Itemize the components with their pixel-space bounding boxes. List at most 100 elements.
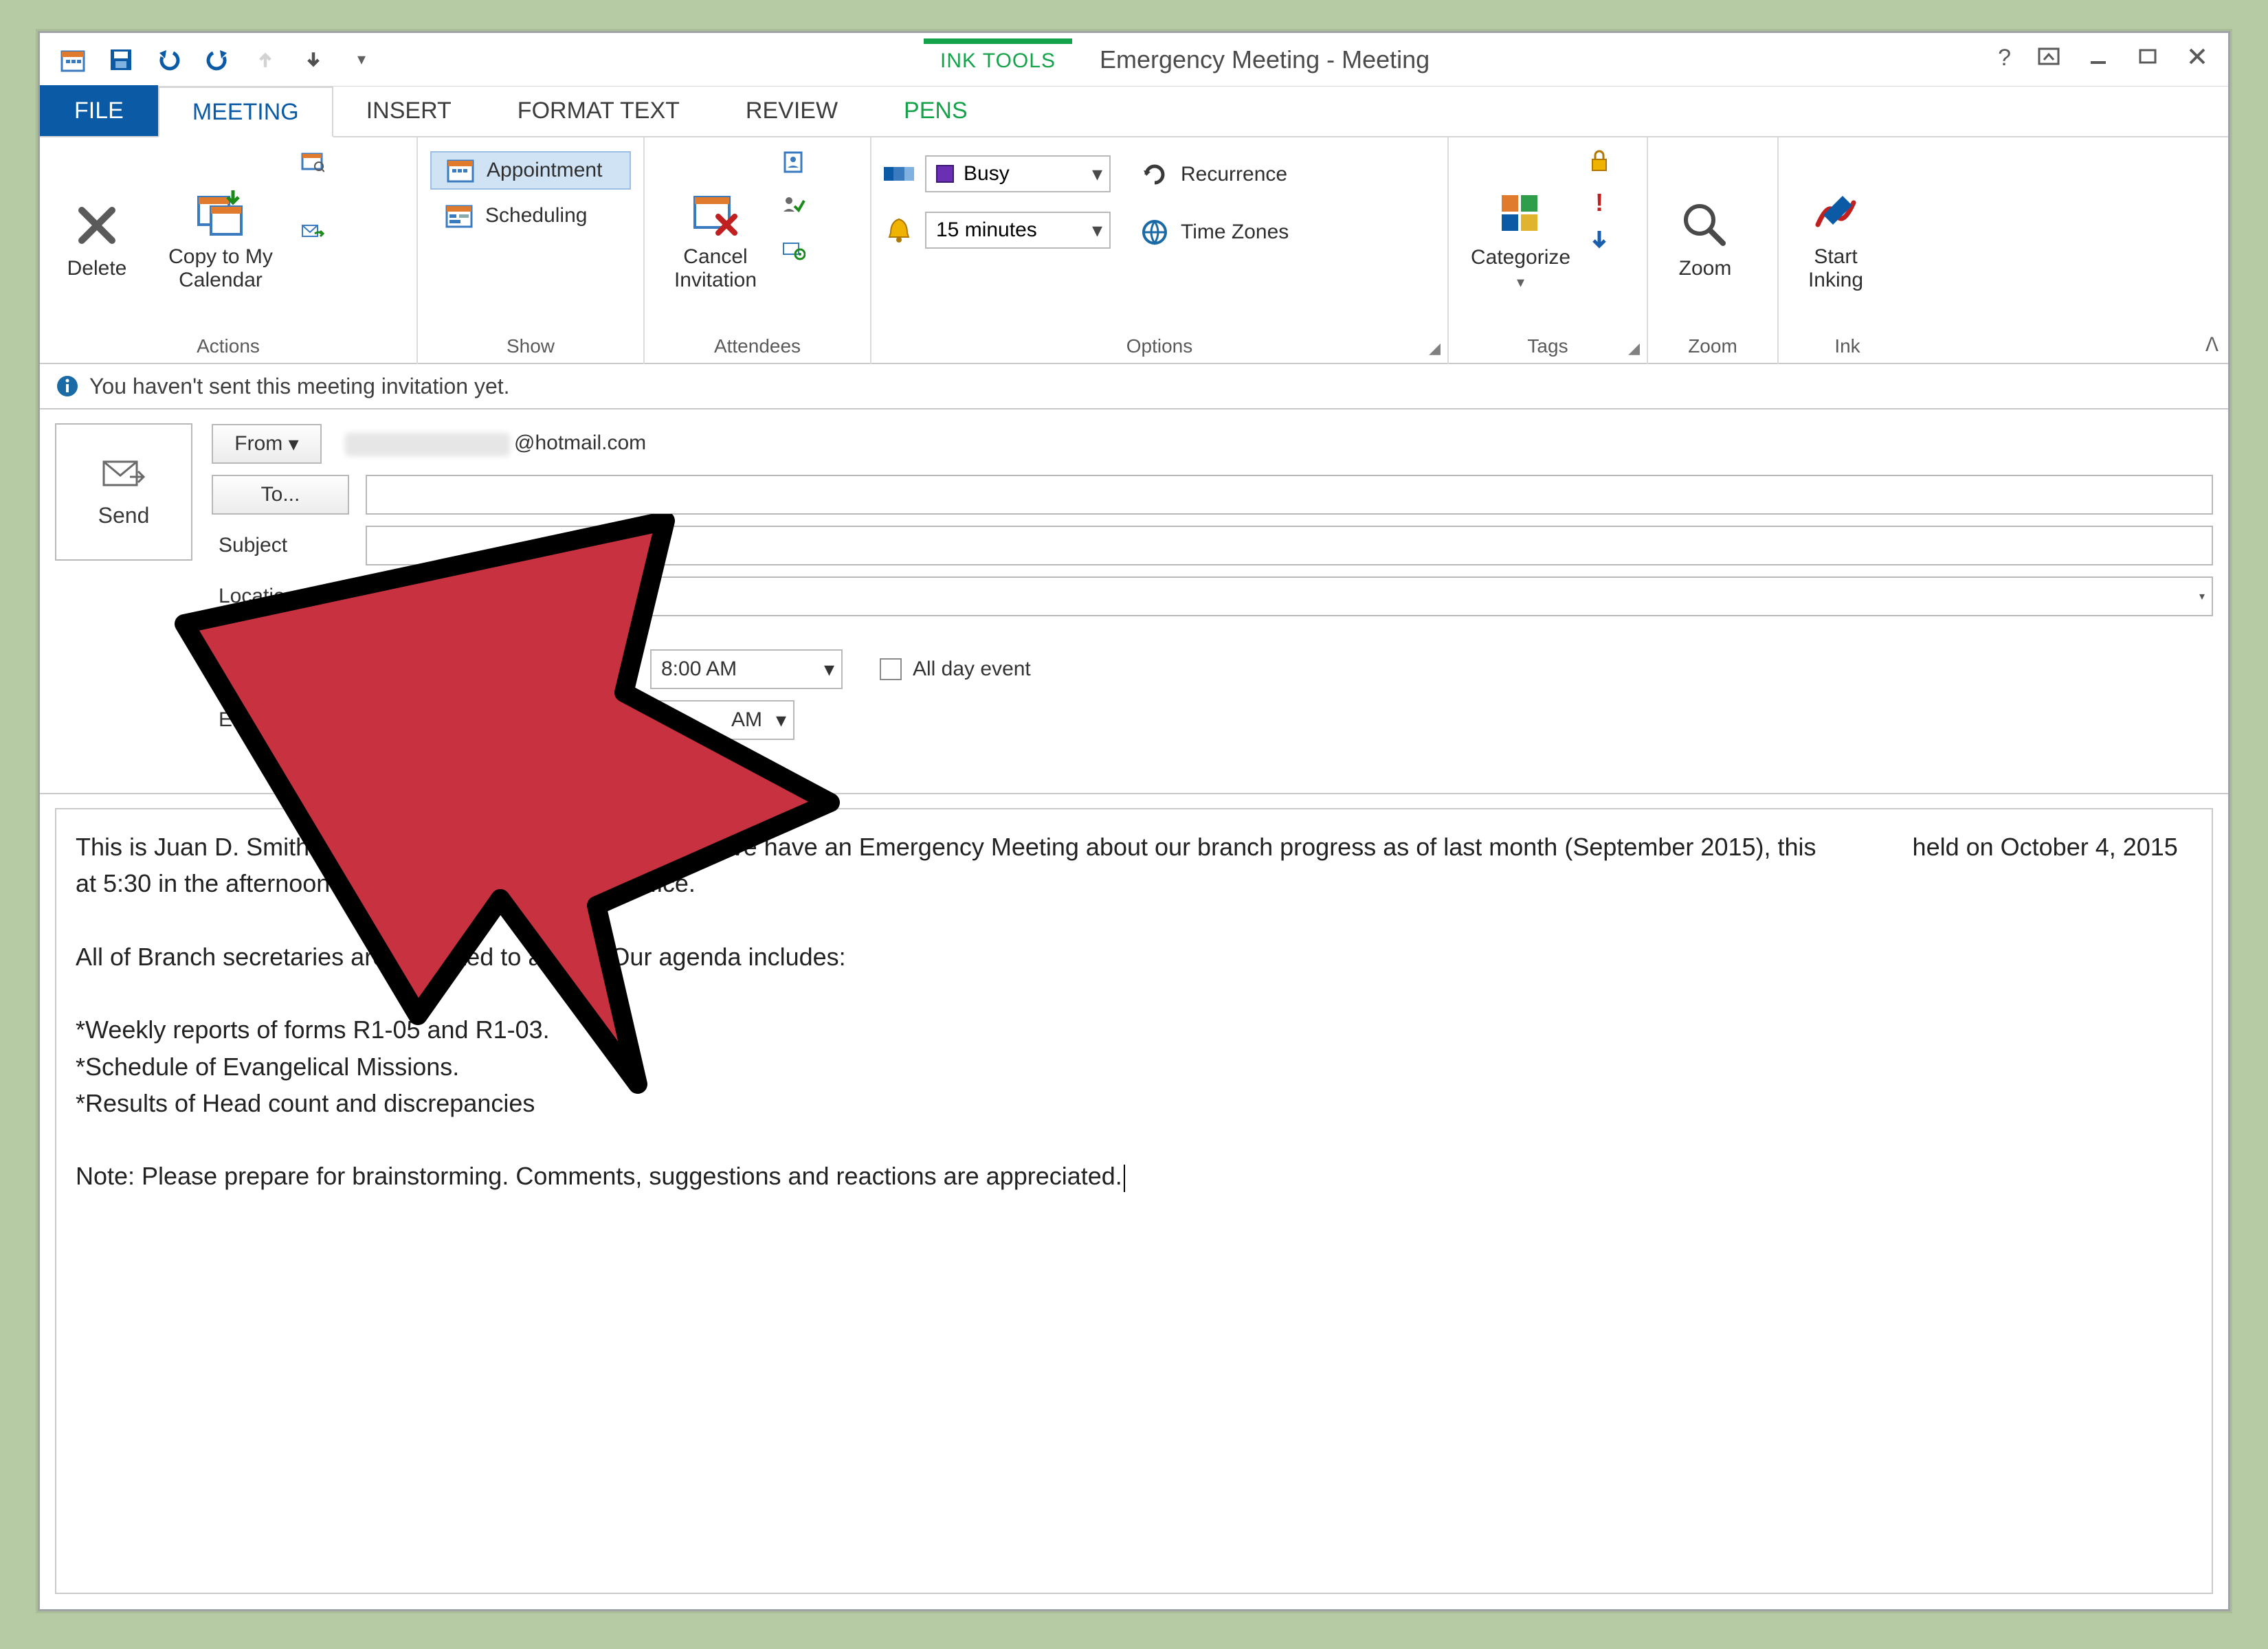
copy-to-calendar-button[interactable]: Copy to My Calendar [148, 146, 293, 333]
all-day-checkbox[interactable]: All day event [880, 658, 1031, 681]
ribbon-display-icon[interactable] [2037, 45, 2060, 74]
tab-file[interactable]: FILE [40, 85, 158, 136]
start-label: Start time [212, 658, 349, 681]
send-label: Send [98, 503, 150, 528]
to-row: To... [212, 474, 2213, 515]
invitation-label: Invitation [674, 269, 757, 292]
show-as-value: Busy [964, 162, 1010, 186]
show-as-combo[interactable]: Busy ▾ [925, 155, 1111, 192]
message-body[interactable]: This is Juan D. Smith Local Se f KHM Dep… [55, 808, 2213, 1594]
quick-access-toolbar: ▾ [40, 46, 394, 74]
actions-group-label: Actions [52, 333, 404, 360]
start-inking-button[interactable]: Start Inking [1791, 146, 1880, 333]
end-label: End time [212, 708, 349, 732]
scheduling-button[interactable]: Scheduling [430, 197, 631, 235]
low-importance-icon[interactable] [1587, 228, 1612, 253]
ribbon-group-attendees: Cancel Invitation Attendees [645, 137, 871, 364]
subject-field[interactable] [366, 526, 2213, 565]
reminder-combo[interactable]: 15 minutes ▾ [925, 212, 1111, 249]
ribbon-group-tags: Categorize ▾ ! Tags ◢ [1449, 137, 1648, 364]
delete-button[interactable]: Delete [52, 146, 142, 333]
options-group-label: Options [884, 333, 1435, 360]
ribbon-group-show: Appointment Scheduling Show [418, 137, 645, 364]
chevron-down-icon: ▾ [776, 708, 786, 732]
previous-arrow-icon [252, 46, 279, 74]
calendar-icon[interactable] [59, 46, 87, 74]
check-names-icon[interactable] [781, 194, 805, 218]
chevron-down-icon: ▾ [824, 658, 834, 682]
body-text: This is Juan D. Smith Local Se f KHM Dep… [76, 833, 2185, 1190]
window-controls: ? [1998, 45, 2228, 74]
tags-group-label: Tags [1461, 333, 1634, 360]
ribbon-group-actions: Delete Copy to My Calendar Actions [40, 137, 418, 364]
tab-pens[interactable]: PENS [871, 85, 1001, 136]
address-book-icon[interactable] [781, 150, 805, 175]
to-btn-label: To... [261, 483, 300, 506]
text-cursor [1124, 1165, 1125, 1192]
to-field[interactable] [366, 475, 2213, 515]
options-dialog-launcher-icon[interactable]: ◢ [1429, 339, 1441, 357]
start-time-combo[interactable]: 8:00 AM ▾ [650, 649, 843, 689]
start-time-row: Start time ▾ 8:00 AM ▾ All day event [212, 649, 2213, 690]
time-zones-button[interactable]: Time Zones [1126, 213, 1301, 251]
from-domain: @hotmail.com [514, 431, 646, 454]
chevron-down-icon: ▾ [615, 708, 625, 732]
response-options-icon[interactable] [781, 238, 805, 262]
from-btn-label: From [234, 432, 282, 456]
recurrence-button[interactable]: Recurrence [1126, 155, 1301, 194]
qat-customize-icon[interactable]: ▾ [348, 46, 375, 74]
ribbon-group-zoom: Zoom Zoom [1648, 137, 1779, 364]
forward-small-icon[interactable] [300, 218, 324, 243]
busy-swatch-icon [936, 165, 954, 183]
end-time-combo[interactable]: AM▾ [650, 700, 794, 740]
send-button[interactable]: Send [55, 423, 192, 561]
tab-review[interactable]: REVIEW [713, 85, 871, 136]
high-importance-icon[interactable]: ! [1587, 188, 1612, 213]
categorize-label: Categorize [1471, 246, 1570, 269]
subject-label: Subject [212, 534, 349, 557]
from-button[interactable]: From ▾ [212, 424, 322, 464]
title-bar: ▾ INK TOOLS Emergency Meeting - Meeting … [40, 33, 2228, 87]
show-as-row: Busy ▾ [884, 155, 1111, 192]
help-icon[interactable]: ? [1998, 45, 2011, 74]
maximize-icon[interactable] [2136, 45, 2159, 74]
zoom-group-label: Zoom [1660, 333, 1765, 360]
undo-icon[interactable] [155, 46, 183, 74]
tab-format-text[interactable]: FORMAT TEXT [485, 85, 713, 136]
tags-dialog-launcher-icon[interactable]: ◢ [1628, 339, 1640, 357]
collapse-ribbon-icon[interactable]: ᐱ [2205, 333, 2219, 356]
save-icon[interactable] [107, 46, 135, 74]
options-right-col: Recurrence Time Zones [1126, 146, 1301, 333]
zoom-button[interactable]: Zoom [1660, 146, 1750, 333]
redacted-name [345, 433, 510, 456]
tab-insert[interactable]: INSERT [333, 85, 485, 136]
minimize-icon[interactable] [2087, 45, 2110, 74]
private-lock-icon[interactable] [1587, 148, 1612, 173]
calendar-small-icon[interactable] [300, 148, 324, 173]
redo-icon[interactable] [203, 46, 231, 74]
outlook-meeting-window: ▾ INK TOOLS Emergency Meeting - Meeting … [38, 31, 2230, 1611]
contextual-tab-group: INK TOOLS [924, 33, 1072, 87]
appointment-button[interactable]: Appointment [430, 151, 631, 190]
zoom-label: Zoom [1679, 257, 1732, 280]
start-date-combo[interactable]: ▾ [366, 649, 634, 689]
window-title: Emergency Meeting - Meeting [1100, 45, 1430, 74]
composer: Send From ▾ @hotmail.com To... Subject L… [40, 410, 2228, 794]
tab-meeting[interactable]: MEETING [158, 87, 333, 137]
appointment-label: Appointment [487, 159, 602, 182]
recurrence-label: Recurrence [1181, 163, 1287, 186]
info-icon [55, 374, 80, 399]
location-row: Location ▾ [212, 576, 2213, 617]
end-date-combo[interactable]: ▾ [366, 700, 634, 740]
copy-label-2: Calendar [179, 269, 263, 292]
to-button[interactable]: To... [212, 475, 349, 515]
start-label: Start [1814, 245, 1857, 269]
categorize-button[interactable]: Categorize ▾ [1461, 146, 1580, 333]
next-arrow-icon[interactable] [300, 46, 327, 74]
cancel-invitation-button[interactable]: Cancel Invitation [657, 146, 774, 333]
header-fields: From ▾ @hotmail.com To... Subject Locati… [212, 423, 2213, 787]
start-time-value: 8:00 AM [661, 658, 737, 681]
ribbon-group-options: Busy ▾ 15 minutes ▾ [871, 137, 1449, 364]
close-icon[interactable] [2186, 45, 2209, 74]
location-combo[interactable]: ▾ [366, 576, 2213, 616]
